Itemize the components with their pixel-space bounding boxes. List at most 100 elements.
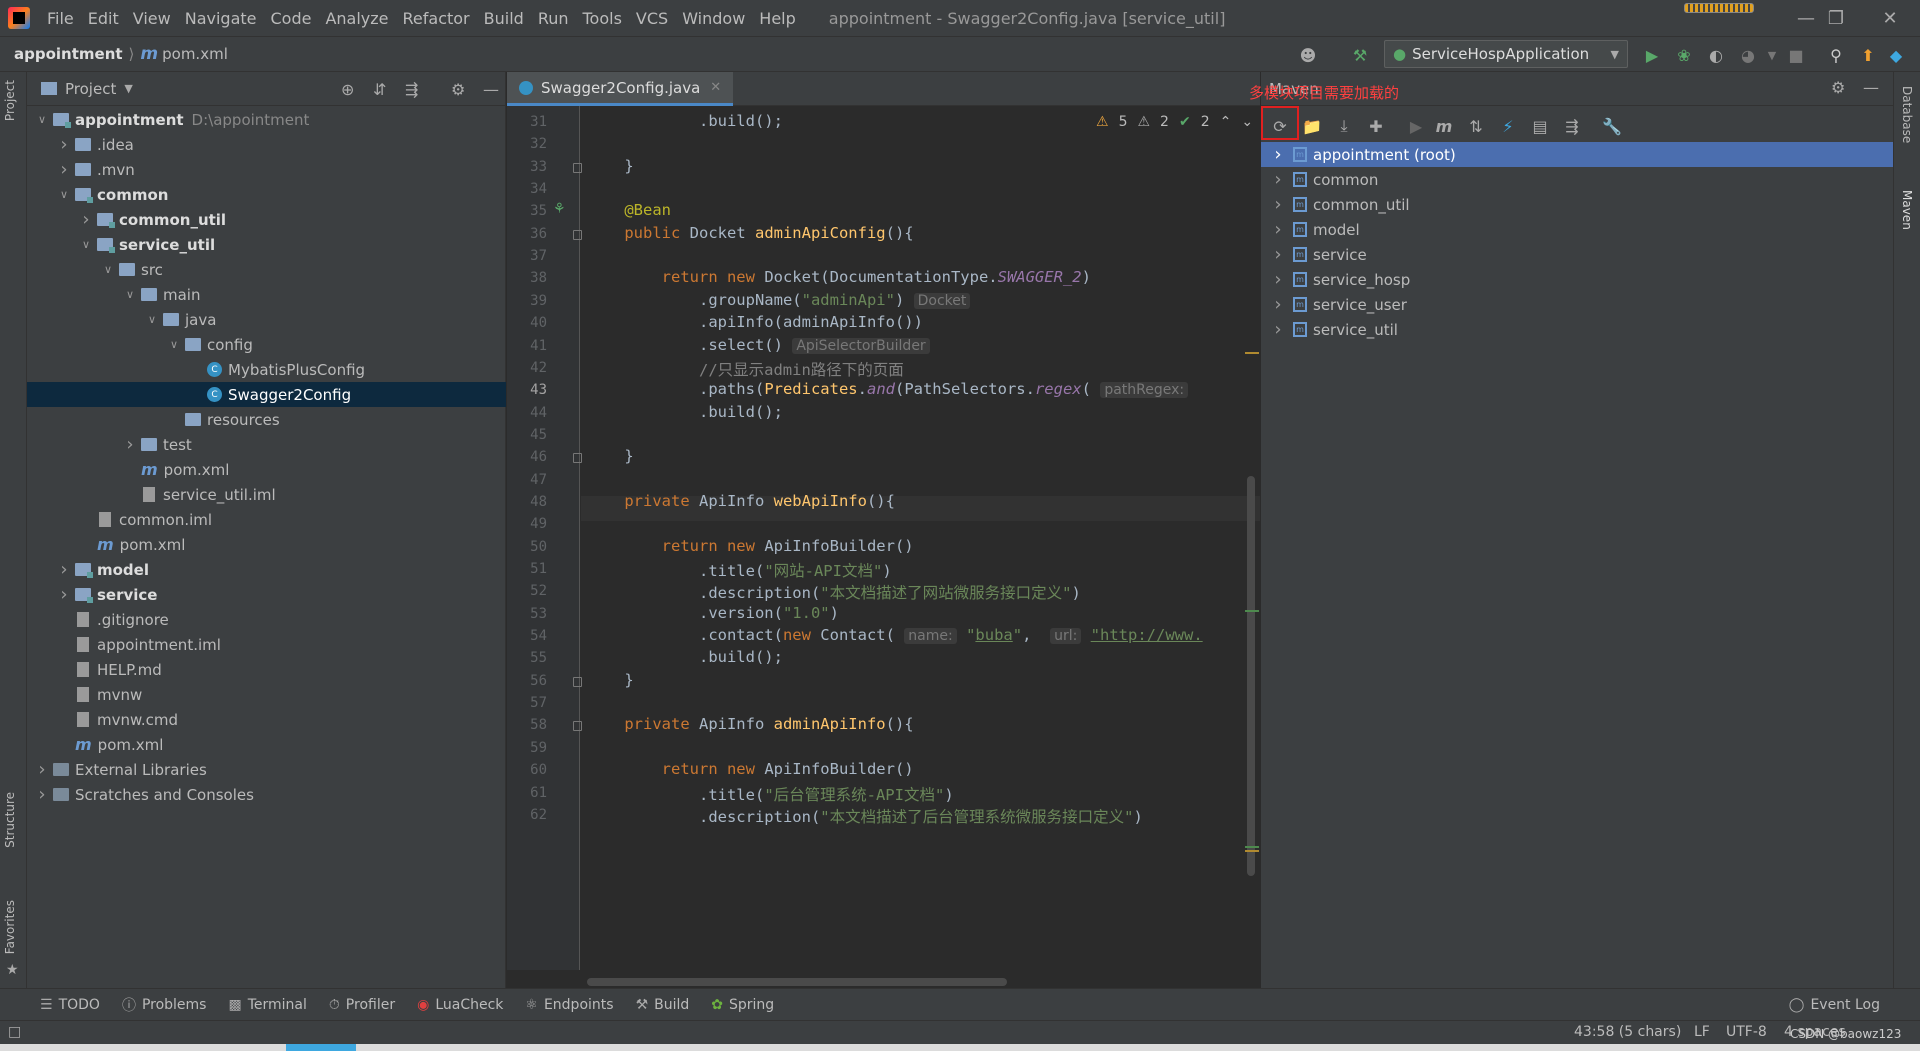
tree-item[interactable]: › service: [27, 582, 506, 607]
favorites-tool-tab[interactable]: Favorites: [3, 900, 17, 954]
tree-item[interactable]: C Swagger2Config: [27, 382, 506, 407]
maven-module-item[interactable]: › m service_util: [1261, 317, 1893, 342]
menu-window[interactable]: Window: [675, 9, 752, 28]
code-line[interactable]: .version("1.0"): [587, 604, 839, 622]
chevron-down-icon[interactable]: ∨: [79, 238, 93, 251]
run-maven-icon[interactable]: ▶: [1405, 115, 1427, 137]
add-project-icon[interactable]: ✚: [1365, 115, 1387, 137]
menu-analyze[interactable]: Analyze: [318, 9, 395, 28]
chevron-right-icon[interactable]: ›: [79, 209, 93, 230]
code-line[interactable]: private ApiInfo webApiInfo(){: [587, 492, 895, 510]
execute-goal-icon[interactable]: m: [1433, 115, 1455, 137]
chevron-right-icon[interactable]: ›: [1271, 194, 1285, 215]
menu-tools[interactable]: Tools: [576, 9, 629, 28]
coverage-icon[interactable]: ◐: [1706, 45, 1726, 65]
line-separator[interactable]: LF: [1694, 1024, 1710, 1040]
warning-marker[interactable]: [1245, 352, 1259, 354]
code-area[interactable]: .build(); } @Bean public Docket adminApi…: [507, 72, 1260, 988]
menu-run[interactable]: Run: [531, 9, 576, 28]
code-line[interactable]: .apiInfo(adminApiInfo()): [587, 313, 923, 331]
code-line[interactable]: .title("网站-API文档"): [587, 559, 892, 581]
code-line[interactable]: }: [587, 157, 633, 175]
code-line[interactable]: return new ApiInfoBuilder(): [587, 760, 914, 778]
chevron-right-icon[interactable]: ›: [35, 784, 49, 805]
update-icon[interactable]: ⬆: [1858, 45, 1878, 65]
code-line[interactable]: .build();: [587, 648, 783, 666]
menu-vcs[interactable]: VCS: [629, 9, 675, 28]
chevron-down-icon[interactable]: ∨: [101, 263, 115, 276]
next-highlight-icon[interactable]: ⌄: [1241, 114, 1253, 130]
tree-item[interactable]: .gitignore: [27, 607, 506, 632]
profile-dropdown-icon[interactable]: ▼: [1762, 45, 1782, 65]
code-line[interactable]: }: [587, 447, 633, 465]
user-icon[interactable]: ☻: [1298, 45, 1318, 65]
tree-item[interactable]: HELP.md: [27, 657, 506, 682]
maven-module-item[interactable]: › m common: [1261, 167, 1893, 192]
chevron-right-icon[interactable]: ›: [57, 584, 71, 605]
gear-icon[interactable]: ⚙: [451, 80, 465, 99]
run-config-selector[interactable]: ● ServiceHospApplication ▼: [1384, 40, 1628, 68]
hide-panel-icon[interactable]: —: [483, 80, 499, 99]
chevron-down-icon[interactable]: ∨: [35, 113, 49, 126]
run-icon[interactable]: ▶: [1642, 45, 1662, 65]
tree-item[interactable]: ∨ appointment D:\appointment: [27, 107, 506, 132]
chevron-right-icon[interactable]: ›: [57, 559, 71, 580]
breadcrumb-file[interactable]: pom.xml: [162, 45, 228, 63]
menu-edit[interactable]: Edit: [81, 9, 126, 28]
code-line[interactable]: .description("本文档描述了后台管理系统微服务接口定义"): [587, 805, 1143, 827]
code-line[interactable]: }: [587, 671, 633, 689]
change-marker[interactable]: [1245, 846, 1259, 848]
code-line[interactable]: .description("本文档描述了网站微服务接口定义"): [587, 581, 1081, 603]
stop-icon[interactable]: ■: [1786, 45, 1806, 65]
inspection-widget[interactable]: ⚠ 5 ⚠ 2 ✔ 2 ⌃ ⌄: [1096, 114, 1263, 130]
caret-position[interactable]: 43:58 (5 chars): [1574, 1024, 1681, 1040]
tree-item[interactable]: ∨ src: [27, 257, 506, 282]
wrench-icon[interactable]: 🔧: [1601, 115, 1623, 137]
chevron-right-icon[interactable]: ›: [123, 434, 137, 455]
change-marker[interactable]: [1245, 610, 1259, 612]
skip-tests-icon[interactable]: ⚡: [1497, 115, 1519, 137]
menu-build[interactable]: Build: [477, 9, 531, 28]
maven-module-item[interactable]: › m appointment (root): [1261, 142, 1893, 167]
tree-item[interactable]: m pom.xml: [27, 532, 506, 557]
chevron-down-icon[interactable]: ∨: [123, 288, 137, 301]
maven-module-item[interactable]: › m service_hosp: [1261, 267, 1893, 292]
chevron-down-icon[interactable]: ▼: [124, 82, 132, 95]
chevron-right-icon[interactable]: ›: [57, 159, 71, 180]
chevron-right-icon[interactable]: ›: [1271, 219, 1285, 240]
menu-file[interactable]: File: [40, 9, 81, 28]
tree-item[interactable]: › .mvn: [27, 157, 506, 182]
hide-panel-icon[interactable]: —: [1863, 78, 1879, 97]
database-tool-tab[interactable]: Database: [1900, 86, 1914, 143]
tree-item[interactable]: resources: [27, 407, 506, 432]
warning-marker[interactable]: [1245, 850, 1259, 852]
code-line[interactable]: //只显示admin路径下的页面: [587, 358, 904, 380]
code-line[interactable]: return new ApiInfoBuilder(): [587, 537, 914, 555]
code-line[interactable]: .build();: [587, 403, 783, 421]
tree-item[interactable]: m pom.xml: [27, 732, 506, 757]
file-encoding[interactable]: UTF-8: [1726, 1024, 1767, 1040]
spring-tool-button[interactable]: ✿ Spring: [711, 997, 774, 1013]
terminal-tool-button[interactable]: ▩ Terminal: [228, 997, 306, 1013]
tree-item[interactable]: › model: [27, 557, 506, 582]
maven-tool-tab[interactable]: Maven: [1900, 190, 1914, 230]
todo-tool-button[interactable]: ☰ TODO: [40, 997, 100, 1013]
project-panel-title[interactable]: Project: [65, 80, 116, 98]
chevron-right-icon[interactable]: ›: [35, 759, 49, 780]
build-hammer-icon[interactable]: ⚒: [1350, 45, 1370, 65]
memory-indicator[interactable]: [1684, 3, 1754, 13]
chevron-down-icon[interactable]: ∨: [145, 313, 159, 326]
download-icon[interactable]: ⤓: [1333, 115, 1355, 137]
menu-view[interactable]: View: [126, 9, 178, 28]
code-line[interactable]: @Bean: [587, 201, 671, 219]
collapse-all-icon[interactable]: ⇶: [1561, 115, 1583, 137]
tree-item[interactable]: mvnw: [27, 682, 506, 707]
endpoints-tool-button[interactable]: ⚛ Endpoints: [525, 997, 613, 1013]
restore-icon[interactable]: ❐: [1806, 0, 1866, 36]
menu-refactor[interactable]: Refactor: [396, 9, 477, 28]
tree-item[interactable]: ∨ java: [27, 307, 506, 332]
maven-module-item[interactable]: › m service_user: [1261, 292, 1893, 317]
tree-item[interactable]: C MybatisPlusConfig: [27, 357, 506, 382]
tree-item[interactable]: ∨ config: [27, 332, 506, 357]
chevron-right-icon[interactable]: ›: [1271, 244, 1285, 265]
